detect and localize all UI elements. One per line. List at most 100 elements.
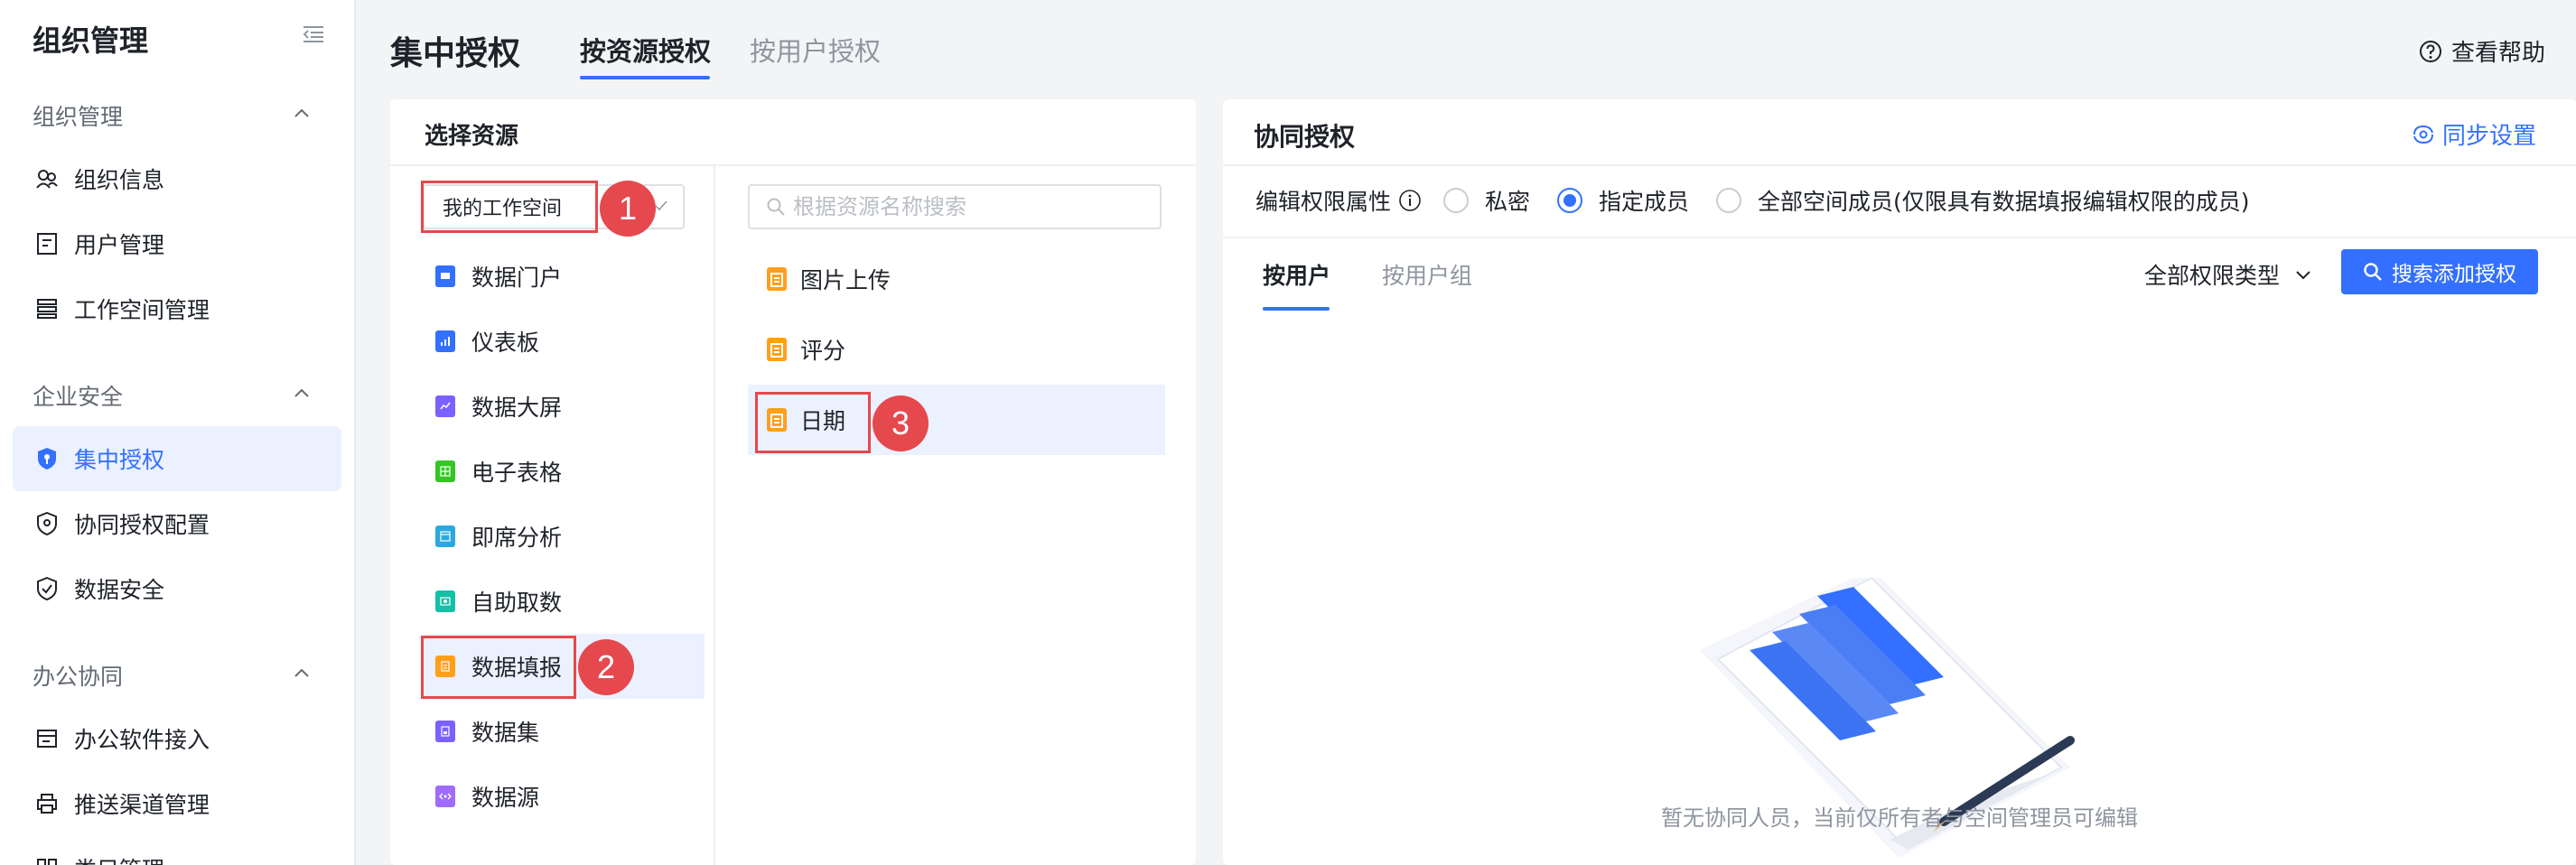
sidebar-item-label: 工作空间管理	[74, 297, 210, 323]
divider	[714, 166, 715, 865]
data-screen-icon	[435, 395, 455, 417]
sidebar-item-category[interactable]: 类目管理	[13, 836, 341, 865]
printer-icon	[34, 791, 60, 816]
annotation-highlight-3	[755, 392, 871, 453]
category-label: 电子表格	[471, 460, 563, 486]
sidebar-group-security[interactable]: 企业安全	[33, 379, 123, 412]
sidebar-item-central-auth[interactable]: 集中授权	[13, 426, 341, 491]
search-add-auth-button[interactable]: 搜索添加授权	[2341, 249, 2538, 294]
form-file-icon	[767, 267, 787, 291]
sidebar-item-label: 办公软件接入	[74, 727, 210, 753]
sidebar-item-label: 组织信息	[74, 167, 165, 193]
sidebar-item-label: 集中授权	[74, 447, 165, 473]
collab-panel: 协同授权 同步设置 编辑权限属性 私密 指定成员 全部空间成员(仅限具有数据填报…	[1223, 99, 2576, 865]
page-title: 集中授权	[390, 35, 521, 72]
annotation-badge-1: 1	[600, 181, 656, 237]
sidebar: 组织管理 组织管理 组织信息 用户管理 工作空间管理 企业安全 集中授权 协同授…	[0, 0, 356, 865]
help-label: 查看帮助	[2451, 40, 2546, 67]
category-label: 仪表板	[471, 330, 540, 356]
office-icon	[34, 726, 60, 751]
category-data-screen[interactable]: 数据大屏	[423, 374, 705, 439]
chevron-up-icon[interactable]	[291, 663, 313, 684]
category-label: 数据门户	[471, 265, 563, 291]
tab-by-user-sub[interactable]: 按用户	[1263, 258, 1330, 291]
help-link[interactable]: 查看帮助	[2419, 34, 2545, 68]
sidebar-item-org-info[interactable]: 组织信息	[13, 146, 341, 211]
sidebar-group-office[interactable]: 办公协同	[33, 659, 123, 692]
collab-panel-title: 协同授权	[1254, 122, 1356, 152]
resource-item-image-upload[interactable]: 图片上传	[748, 244, 1165, 314]
shield-icon	[34, 446, 60, 471]
radio-specified-members-label: 指定成员	[1599, 189, 1690, 215]
sync-settings-icon	[2413, 125, 2433, 144]
org-info-icon	[34, 166, 60, 191]
tab-by-resource[interactable]: 按资源授权	[580, 31, 711, 69]
workspace-icon	[34, 296, 60, 321]
user-manage-icon	[34, 231, 60, 256]
collapse-menu-icon[interactable]	[303, 25, 323, 43]
sidebar-item-label: 协同授权配置	[74, 512, 210, 538]
spreadsheet-icon	[435, 460, 455, 482]
chevron-up-icon[interactable]	[291, 103, 313, 125]
radio-private-label: 私密	[1485, 189, 1531, 215]
radio-private[interactable]	[1443, 188, 1470, 213]
category-dataset[interactable]: 数据集	[423, 699, 705, 764]
empty-state-text: 暂无协同人员，当前仅所有者与空间管理员可编辑	[1661, 805, 2138, 831]
sidebar-item-office-software[interactable]: 办公软件接入	[13, 706, 341, 771]
resource-item-label: 图片上传	[800, 267, 891, 293]
permission-type-select[interactable]: 全部权限类型	[2144, 258, 2314, 291]
search-icon	[767, 198, 785, 216]
annotation-badge-2: 2	[578, 639, 634, 695]
resource-search-input[interactable]	[793, 194, 1136, 219]
chevron-up-icon[interactable]	[291, 383, 313, 405]
divider	[390, 164, 1196, 166]
category-data-portal[interactable]: 数据门户	[423, 244, 705, 309]
sidebar-item-label: 数据安全	[74, 577, 165, 603]
sidebar-item-label: 推送渠道管理	[74, 792, 210, 818]
info-icon[interactable]	[1398, 189, 1422, 212]
radio-all-members-label: 全部空间成员(仅限具有数据填报编辑权限的成员)	[1758, 189, 2250, 215]
sidebar-item-workspace[interactable]: 工作空间管理	[13, 276, 341, 341]
annotation-highlight-2	[421, 636, 576, 699]
datasource-icon	[435, 786, 455, 807]
sidebar-item-label: 类目管理	[74, 852, 164, 865]
category-spreadsheet[interactable]: 电子表格	[423, 439, 705, 504]
resource-item-label: 评分	[800, 338, 846, 364]
resource-search[interactable]	[748, 184, 1162, 229]
form-file-icon	[767, 338, 787, 361]
category-label: 数据集	[471, 720, 540, 746]
category-label: 自助取数	[471, 590, 563, 616]
category-datasource[interactable]: 数据源	[423, 764, 705, 829]
sidebar-item-collab-auth[interactable]: 协同授权配置	[13, 491, 341, 556]
annotation-badge-3: 3	[873, 395, 929, 451]
category-dashboard[interactable]: 仪表板	[423, 309, 705, 374]
sidebar-title: 组织管理	[33, 23, 149, 58]
sidebar-item-user-manage[interactable]: 用户管理	[13, 211, 341, 276]
edit-permission-row: 编辑权限属性 私密 指定成员 全部空间成员(仅限具有数据填报编辑权限的成员)	[1255, 182, 2277, 219]
dataset-icon	[435, 721, 455, 742]
data-portal-icon	[435, 265, 455, 287]
tab-by-user[interactable]: 按用户授权	[750, 31, 881, 69]
radio-all-members[interactable]	[1716, 188, 1742, 213]
category-self-service[interactable]: 自助取数	[423, 569, 705, 634]
sync-settings-link[interactable]: 同步设置	[2412, 117, 2536, 151]
permission-type-value: 全部权限类型	[2144, 263, 2281, 289]
adhoc-analysis-icon	[435, 526, 455, 547]
resource-item-rating[interactable]: 评分	[748, 314, 1165, 385]
page-header: 集中授权 按资源授权 按用户授权 查看帮助	[358, 0, 2576, 96]
divider	[1223, 237, 2576, 238]
edit-permission-label: 编辑权限属性	[1255, 189, 1392, 215]
divider	[1223, 164, 2576, 166]
dashboard-icon	[435, 330, 455, 352]
category-adhoc-analysis[interactable]: 即席分析	[423, 504, 705, 569]
search-add-auth-label: 搜索添加授权	[2392, 263, 2516, 286]
chevron-down-icon	[2296, 271, 2310, 280]
collab-shield-icon	[34, 511, 60, 536]
sidebar-item-push-channel[interactable]: 推送渠道管理	[13, 771, 341, 836]
category-label: 即席分析	[471, 525, 563, 551]
sidebar-item-data-security[interactable]: 数据安全	[13, 556, 341, 621]
sidebar-group-org[interactable]: 组织管理	[33, 99, 123, 132]
tab-by-user-group[interactable]: 按用户组	[1382, 258, 1472, 291]
radio-specified-members[interactable]	[1557, 188, 1583, 213]
active-subtab-indicator	[1263, 307, 1330, 311]
